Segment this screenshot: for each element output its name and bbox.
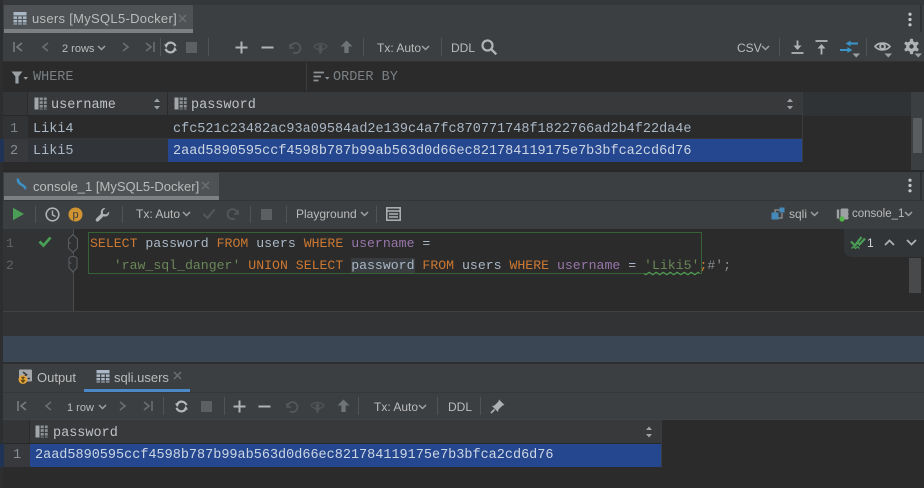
svg-text:p: p bbox=[72, 209, 78, 221]
